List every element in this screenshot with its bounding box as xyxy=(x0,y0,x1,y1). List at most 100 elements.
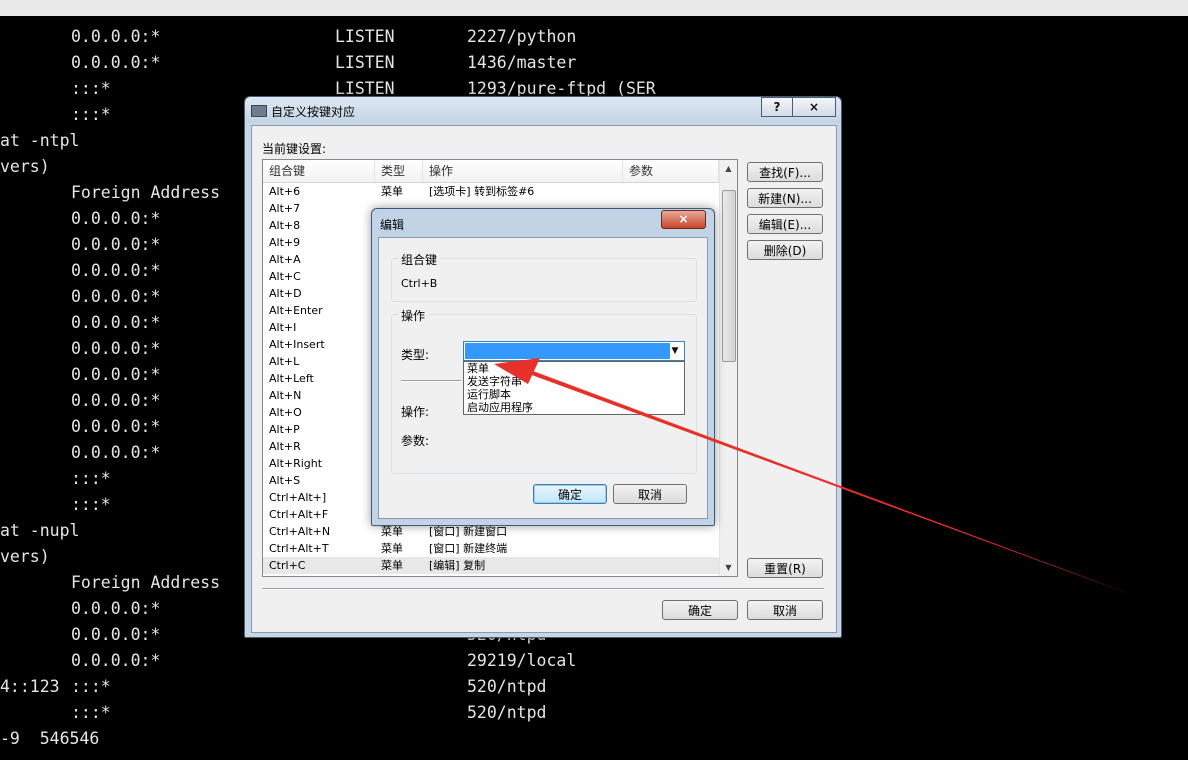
table-row[interactable]: Ctrl+Alt+T 菜单 [窗口] 新建终端 xyxy=(263,540,719,557)
terminal-cell: 0.0.0.0:* xyxy=(71,261,161,280)
edit-dialog: 编辑 × 组合键 Ctrl+B 操作 类型: 操作: 参数: ▼ 菜单 发送字符… xyxy=(371,208,715,526)
terminal-cell: :::* xyxy=(71,79,111,98)
key-value: Ctrl+B xyxy=(401,277,438,290)
table-cell-key: Alt+I xyxy=(269,321,297,334)
table-cell-key: Ctrl+Alt+] xyxy=(269,491,327,504)
operation-label: 操作: xyxy=(401,405,430,419)
terminal-cell: :::* xyxy=(71,677,111,696)
scroll-down-icon[interactable]: ▼ xyxy=(720,559,737,576)
terminal-cell: 0.0.0.0:* xyxy=(71,235,161,254)
table-cell-key: Alt+Insert xyxy=(269,338,325,351)
find-button[interactable]: 查找(F)... xyxy=(747,162,823,182)
list-scrollbar[interactable]: ▲ ▼ xyxy=(719,160,737,576)
type-option-menu[interactable]: 菜单 xyxy=(467,362,489,375)
table-cell-key: Alt+Enter xyxy=(269,304,323,317)
terminal-cell: :::* xyxy=(71,703,111,722)
table-cell-key: Alt+8 xyxy=(269,219,301,232)
terminal-cell: 0.0.0.0:* xyxy=(71,391,161,410)
terminal-cell: 0.0.0.0:* xyxy=(71,443,161,462)
new-button[interactable]: 新建(N)... xyxy=(747,188,823,208)
table-cell-op: [窗口] 新建终端 xyxy=(429,542,508,555)
reset-button[interactable]: 重置(R) xyxy=(747,558,823,578)
key-group: 组合键 Ctrl+B xyxy=(391,251,697,302)
help-button[interactable]: ? xyxy=(761,97,793,117)
list-header: 组合键 类型 操作 参数 xyxy=(263,160,719,183)
table-row[interactable]: Ctrl+C 菜单 [编辑] 复制 xyxy=(263,557,719,574)
column-header-key[interactable]: 组合键 xyxy=(263,160,375,182)
terminal-cell: Foreign Address xyxy=(71,183,221,202)
column-header-operation[interactable]: 操作 xyxy=(423,160,623,182)
type-dropdown-list: 菜单 发送字符串 运行脚本 启动应用程序 xyxy=(463,361,685,415)
terminal-cell: :::* xyxy=(71,469,111,488)
terminal-cell: 0.0.0.0:* xyxy=(71,53,161,72)
dialog-title-bar[interactable]: 自定义按键对应 ? × xyxy=(245,97,841,123)
table-cell-key: Alt+9 xyxy=(269,236,301,249)
type-option-run-script[interactable]: 运行脚本 xyxy=(467,388,511,401)
dialog-title: 自定义按键对应 xyxy=(271,105,356,119)
terminal-cell: 0.0.0.0:* xyxy=(71,209,161,228)
param-label: 参数: xyxy=(401,434,430,448)
table-cell-key: Alt+N xyxy=(269,389,302,402)
terminal-cell: vers) xyxy=(0,547,50,566)
table-cell-key: Ctrl+Alt+N xyxy=(269,525,331,538)
table-cell-key: Alt+Right xyxy=(269,457,323,470)
type-option-launch-app[interactable]: 启动应用程序 xyxy=(467,401,533,414)
terminal-cell: at -ntpl xyxy=(0,131,80,150)
action-group-title: 操作 xyxy=(398,307,429,324)
table-row[interactable]: Alt+6 菜单 [选项卡] 转到标签#6 xyxy=(263,183,719,200)
terminal-cell: Foreign Address xyxy=(71,573,221,592)
edit-cancel-button[interactable]: 取消 xyxy=(613,484,687,504)
scroll-up-icon[interactable]: ▲ xyxy=(720,160,737,177)
close-button[interactable]: × xyxy=(792,97,836,117)
terminal-cell: 0.0.0.0:* xyxy=(71,651,161,670)
terminal-cell: 1436/master xyxy=(467,53,577,72)
edit-ok-button[interactable]: 确定 xyxy=(533,484,607,504)
table-cell-key: Alt+O xyxy=(269,406,302,419)
terminal-cell: 0.0.0.0:* xyxy=(71,599,161,618)
edit-dialog-title: 编辑 xyxy=(380,218,405,232)
delete-button[interactable]: 删除(D) xyxy=(747,240,823,260)
table-cell-op: [编辑] 复制 xyxy=(429,559,486,572)
type-combobox[interactable]: ▼ xyxy=(463,341,685,361)
terminal-cell: 4::123 xyxy=(0,677,60,696)
table-cell-key: Ctrl+C xyxy=(269,559,306,572)
table-cell-key: Alt+D xyxy=(269,287,302,300)
terminal-cell: :::* xyxy=(71,105,111,124)
table-cell-type: 菜单 xyxy=(381,559,403,572)
table-cell-type: 菜单 xyxy=(381,542,403,555)
table-cell-type: 菜单 xyxy=(381,185,403,198)
type-option-send-string[interactable]: 发送字符串 xyxy=(467,375,522,388)
table-cell-key: Ctrl+Alt+T xyxy=(269,542,329,555)
table-cell-key: Alt+6 xyxy=(269,185,301,198)
table-cell-key: Alt+Left xyxy=(269,372,314,385)
terminal-cell: LISTEN xyxy=(335,27,395,46)
terminal-cell: 29219/local xyxy=(467,651,577,670)
terminal-cell: vers) xyxy=(0,157,50,176)
chevron-down-icon[interactable]: ▼ xyxy=(669,343,681,359)
table-cell-op: [选项卡] 转到标签#6 xyxy=(429,185,535,198)
terminal-cell: 0.0.0.0:* xyxy=(71,313,161,332)
key-group-title: 组合键 xyxy=(398,251,441,268)
table-cell-key: Alt+P xyxy=(269,423,300,436)
column-header-param[interactable]: 参数 xyxy=(623,160,719,182)
terminal-cell: at -nupl xyxy=(0,521,80,540)
edit-button[interactable]: 编辑(E)... xyxy=(747,214,823,234)
current-settings-label: 当前键设置: xyxy=(262,142,327,156)
table-cell-key: Alt+C xyxy=(269,270,301,283)
scroll-thumb[interactable] xyxy=(722,190,736,362)
keyboard-icon xyxy=(251,105,267,117)
edit-dialog-body: 组合键 Ctrl+B 操作 类型: 操作: 参数: ▼ 菜单 发送字符串 运行脚… xyxy=(378,237,708,519)
terminal-cell: 0.0.0.0:* xyxy=(71,625,161,644)
column-header-type[interactable]: 类型 xyxy=(375,160,423,182)
terminal-cell: 520/ntpd xyxy=(467,677,547,696)
divider xyxy=(262,588,824,590)
terminal-cell: 520/ntpd xyxy=(467,703,547,722)
terminal-cell: :::* xyxy=(71,495,111,514)
terminal-cell: LISTEN xyxy=(335,53,395,72)
edit-close-button[interactable]: × xyxy=(661,210,706,229)
cancel-button[interactable]: 取消 xyxy=(747,600,823,620)
combo-selected-highlight xyxy=(465,343,670,359)
table-cell-key: Alt+L xyxy=(269,355,300,368)
ok-button[interactable]: 确定 xyxy=(662,600,738,620)
terminal-cell: 0.0.0.0:* xyxy=(71,365,161,384)
